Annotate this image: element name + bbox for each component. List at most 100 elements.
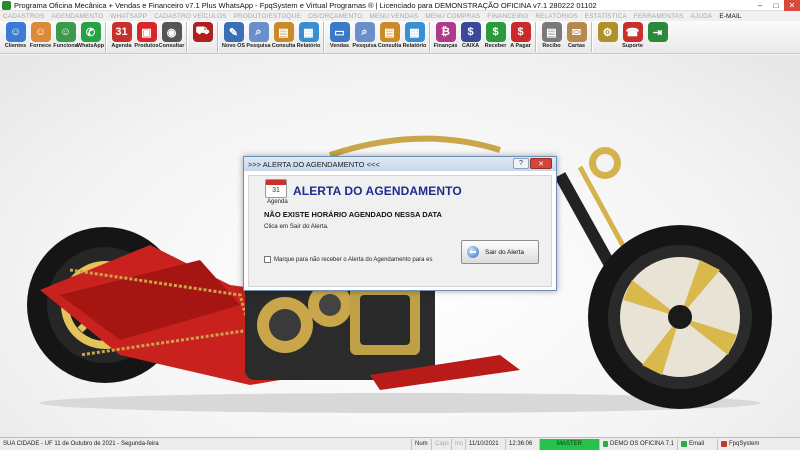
menu-item-produto-estoque[interactable]: PRODUTO/ESTOQUE [234, 13, 301, 20]
toolbar-button-motorcycle[interactable]: ⛟ [190, 21, 215, 42]
dialog-body: 31 Agenda ALERTA DO AGENDAMENTO NÃO EXIS… [248, 175, 552, 287]
support-icon: ☎ [622, 22, 643, 42]
sales-icon: ▭ [329, 22, 350, 42]
menu-item-menu-vendas[interactable]: MENU VENDAS [369, 13, 418, 20]
status-insert: Ins [452, 438, 466, 450]
report-icon: ▦ [298, 22, 319, 42]
app-icon [2, 0, 11, 10]
products-icon: ▣ [136, 22, 157, 42]
minimize-button[interactable]: – [752, 0, 768, 11]
calendar-icon: 31 [265, 179, 287, 198]
menu-bar: CADASTROS AGENDAMENTO WHATSAPP CADASTRO VEÍ… [0, 11, 800, 21]
toolbar-button-clientes[interactable]: ☺ Clientes [3, 21, 28, 49]
menu-item-os-or-amento[interactable]: OS/ORÇAMENTO [308, 13, 363, 20]
toolbar-label: Fornece [29, 43, 52, 49]
status-date: 11/10/2021 [466, 438, 506, 450]
toolbar-button-relat-rio[interactable]: ▦ Relatório [402, 21, 427, 49]
menu-item-financeiro[interactable]: FINANCEIRO [487, 13, 528, 20]
toolbar-button-a-pagar[interactable]: $ A Pagar [508, 21, 533, 49]
report-icon: ▦ [404, 22, 425, 42]
tools-icon: ⚙ [597, 22, 618, 42]
window-title: Programa Oficina Mecânica + Vendas e Fin… [14, 0, 597, 10]
menu-item-cadastros[interactable]: CADASTROS [3, 13, 44, 20]
toolbar-button-consultar[interactable]: ◉ Consultar [159, 21, 184, 49]
status-master-badge: MASTER [540, 438, 600, 450]
new-os-icon: ✎ [223, 22, 244, 42]
checkbox-box[interactable] [264, 256, 271, 263]
menu-item-agendamento[interactable]: AGENDAMENTO [51, 13, 103, 20]
toolbar-label: Clientes [4, 43, 27, 49]
title-bar: Programa Oficina Mecânica + Vendas e Fin… [0, 0, 800, 11]
menu-item-cadastro-ve-culos[interactable]: CADASTRO VEÍCULOS [154, 13, 227, 20]
dialog-close-button[interactable]: ✕ [530, 158, 552, 169]
search-doc-icon: ⌕ [248, 22, 269, 42]
toolbar-label: Relatório [296, 43, 321, 49]
employee-icon: ☺ [55, 22, 76, 42]
menu-item-estat-stica[interactable]: ESTATÍSTICA [585, 13, 627, 20]
toolbar-button-recibo[interactable]: ▤ Recibo [539, 21, 564, 49]
toolbar-label: WhatsApp [76, 43, 105, 49]
disable-alert-checkbox[interactable]: Marque para não receber o Alerta do Agen… [264, 256, 432, 263]
maximize-button[interactable]: □ [768, 0, 784, 11]
toolbar-button-produtos[interactable]: ▣ Produtos [134, 21, 159, 49]
close-button[interactable]: ✕ [784, 0, 800, 11]
toolbar-label: Produtos [134, 43, 159, 49]
toolbar-label: Cartas [567, 43, 586, 49]
calendar-icon-label: Agenda [267, 199, 288, 205]
toolbar-label: CAIXA [461, 43, 480, 49]
menu-item-whatsapp[interactable]: WHATSAPP [110, 13, 147, 20]
toolbar-button-tools[interactable]: ⚙ [595, 21, 620, 42]
motorcycle-icon: ⛟ [192, 22, 213, 42]
toolbar-button-receber[interactable]: $ Receber [483, 21, 508, 49]
pay-icon: $ [510, 22, 531, 42]
status-num-lock: Num [412, 438, 432, 450]
toolbar-button-vendas[interactable]: ▭ Vendas [327, 21, 352, 49]
dialog-window-controls: ? ✕ [512, 158, 552, 169]
toolbar-label: Vendas [329, 43, 350, 49]
menu-item-relat-rios[interactable]: RELATÓRIOS [535, 13, 577, 20]
alert-message: NÃO EXISTE HORÁRIO AGENDADO NESSA DATA [264, 210, 442, 219]
toolbar-button-whatsapp[interactable]: ✆ WhatsApp [76, 21, 105, 49]
toolbar-button-consulta[interactable]: ▤ Consulta [377, 21, 402, 49]
supplier-icon: ☺ [30, 22, 51, 42]
toolbar-button-cartas[interactable]: ✉ Cartas [564, 21, 589, 49]
status-location-date: SUA CIDADE - UF 11 de Outubro de 2021 - … [0, 438, 412, 450]
toolbar-button-pesquisa[interactable]: ⌕ Pesquisa [246, 21, 271, 49]
exit-alert-label: Sair do Alerta [485, 248, 525, 256]
toolbar-label: Consulta [377, 43, 402, 49]
status-email[interactable]: Email [678, 438, 718, 450]
toolbar-button-relat-rio[interactable]: ▦ Relatório [296, 21, 321, 49]
toolbar-separator [105, 22, 107, 52]
toolbar-button-caixa[interactable]: $ CAIXA [458, 21, 483, 49]
toolbar-button-exit[interactable]: ⇥ [645, 21, 670, 42]
status-time: 12:36:06 [506, 438, 540, 450]
toolbar-button-suporte[interactable]: ☎ Suporte [620, 21, 645, 49]
consult-box-icon: ▤ [273, 22, 294, 42]
checkbox-label: Marque para não receber o Alerta do Agen… [274, 256, 433, 263]
toolbar-button-agenda[interactable]: 31 Agenda [109, 21, 134, 49]
status-email-label: Email [689, 441, 705, 447]
exit-alert-button[interactable]: Sair do Alerta [461, 240, 539, 264]
toolbar-label: Receber [484, 43, 507, 49]
toolbar-label: Relatório [402, 43, 427, 49]
menu-item-menu-compras[interactable]: MENU COMPRAS [425, 13, 480, 20]
toolbar-button-pesquisa[interactable]: ⌕ Pesquisa [352, 21, 377, 49]
toolbar-button-fornece[interactable]: ☺ Fornece [28, 21, 53, 49]
menu-item-ajuda[interactable]: AJUDA [691, 13, 713, 20]
fpq-led-icon [721, 441, 727, 447]
toolbar-button-finan-as[interactable]: ₿ Finanças [433, 21, 458, 49]
exit-icon: ⇥ [647, 22, 668, 42]
toolbar-button-consulta[interactable]: ▤ Consulta [271, 21, 296, 49]
exit-arrow-icon [467, 246, 479, 258]
alert-instruction: Clica em Sair do Alerta. [264, 223, 329, 230]
receipt-icon: ▤ [541, 22, 562, 42]
toolbar-button-funciona[interactable]: ☺ Funciona [53, 21, 78, 49]
status-caps-lock: Caps [432, 438, 452, 450]
toolbar-label: Novo OS [221, 43, 246, 49]
toolbar-button-novo-os[interactable]: ✎ Novo OS [221, 21, 246, 49]
toolbar-separator [186, 22, 188, 52]
menu-item-ferramentas[interactable]: FERRAMENTAS [634, 13, 684, 20]
dialog-help-button[interactable]: ? [513, 158, 529, 169]
cashbox-icon: $ [460, 22, 481, 42]
menu-item-e-mail[interactable]: E-MAIL [719, 13, 741, 20]
